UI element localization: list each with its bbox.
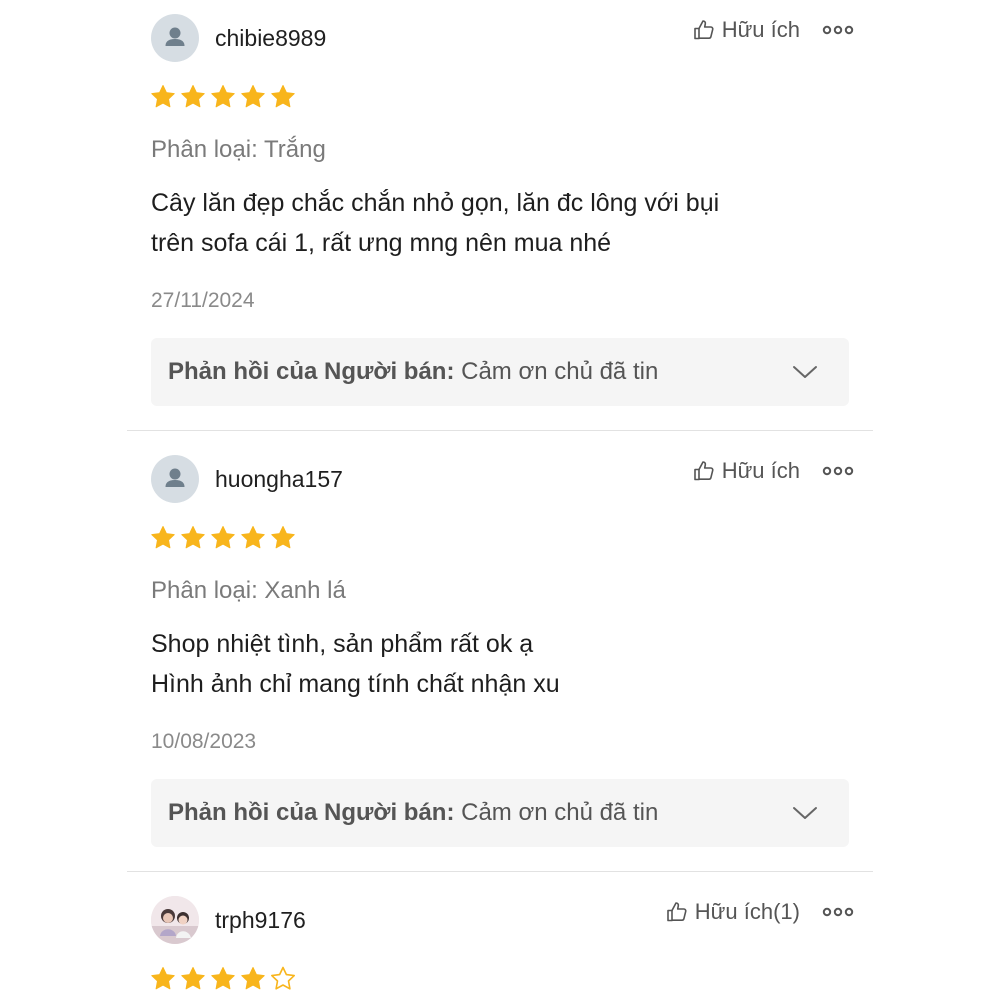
star-filled-icon xyxy=(180,84,206,110)
variant-label: Phân loại: Xanh lá xyxy=(151,577,346,604)
thumbs-up-icon xyxy=(693,20,714,40)
seller-reply-toggle[interactable]: Phản hồi của Người bán: Cảm ơn chủ đã ti… xyxy=(151,338,849,406)
review-date: 10/08/2023 xyxy=(151,730,257,753)
more-options-icon[interactable] xyxy=(822,897,854,927)
chevron-down-icon xyxy=(793,366,817,378)
seller-reply-label: Phản hồi của Người bán: xyxy=(168,358,455,385)
star-filled-icon xyxy=(150,966,176,992)
star-filled-icon xyxy=(180,525,206,551)
star-rating xyxy=(150,84,296,110)
helpful-label: Hữu ích xyxy=(721,17,800,42)
helpful-label: Hữu ích xyxy=(721,458,800,483)
review-comment: Shop nhiệt tình, sản phẩm rất ok ạ Hình … xyxy=(151,624,851,704)
divider xyxy=(127,871,873,872)
star-filled-icon xyxy=(270,525,296,551)
helpful-button[interactable]: Hữu ích xyxy=(692,456,800,486)
avatar[interactable] xyxy=(151,896,199,944)
photo-avatar xyxy=(151,896,199,944)
default-user-icon xyxy=(165,27,185,46)
comment-line: Cây lăn đẹp chắc chắn nhỏ gọn, lăn đc lô… xyxy=(151,189,720,217)
review-username[interactable]: trph9176 xyxy=(215,905,306,935)
seller-reply-toggle[interactable]: Phản hồi của Người bán: Cảm ơn chủ đã ti… xyxy=(151,779,849,847)
review-username[interactable]: huongha157 xyxy=(215,464,343,494)
variant-label: Phân loại: Trắng xyxy=(151,136,326,163)
seller-reply-content: Cảm ơn chủ đã tin xyxy=(461,358,659,385)
helpful-button[interactable]: Hữu ích xyxy=(692,15,800,45)
comment-line: trên sofa cái 1, rất ưng mng nên mua nhé xyxy=(151,229,612,257)
avatar[interactable] xyxy=(151,14,199,62)
star-filled-icon xyxy=(240,525,266,551)
reviews-page: chibie8989 Hữu ích Phân loại: Trắng Cây … xyxy=(0,0,1000,1000)
star-rating xyxy=(150,525,296,551)
seller-reply-text: Phản hồi của Người bán: Cảm ơn chủ đã ti… xyxy=(168,796,738,830)
star-filled-icon xyxy=(210,966,236,992)
star-filled-icon xyxy=(180,966,206,992)
seller-reply-label: Phản hồi của Người bán: xyxy=(168,799,455,826)
comment-line: Shop nhiệt tình, sản phẩm rất ok ạ xyxy=(151,630,534,658)
star-filled-icon xyxy=(150,525,176,551)
star-filled-icon xyxy=(210,525,236,551)
star-filled-icon xyxy=(270,84,296,110)
chevron-down-icon xyxy=(793,807,817,819)
helpful-button[interactable]: Hữu ích(1) xyxy=(665,897,800,927)
seller-reply-text: Phản hồi của Người bán: Cảm ơn chủ đã ti… xyxy=(168,355,738,389)
star-filled-icon xyxy=(240,966,266,992)
review-date: 27/11/2024 xyxy=(151,289,255,312)
divider xyxy=(127,430,873,431)
avatar[interactable] xyxy=(151,455,199,503)
star-empty-icon xyxy=(270,966,296,992)
comment-line: Hình ảnh chỉ mang tính chất nhận xu xyxy=(151,670,560,698)
more-options-icon[interactable] xyxy=(822,456,854,486)
helpful-label: Hữu ích(1) xyxy=(694,899,800,924)
seller-reply-content: Cảm ơn chủ đã tin xyxy=(461,799,659,826)
star-filled-icon xyxy=(150,84,176,110)
thumbs-up-icon xyxy=(693,461,714,481)
star-filled-icon xyxy=(210,84,236,110)
star-filled-icon xyxy=(240,84,266,110)
star-rating xyxy=(150,966,296,992)
review-username[interactable]: chibie8989 xyxy=(215,23,326,53)
more-options-icon[interactable] xyxy=(822,15,854,45)
thumbs-up-icon xyxy=(666,902,687,922)
default-user-icon xyxy=(165,468,185,487)
review-comment: Cây lăn đẹp chắc chắn nhỏ gọn, lăn đc lô… xyxy=(151,183,851,263)
